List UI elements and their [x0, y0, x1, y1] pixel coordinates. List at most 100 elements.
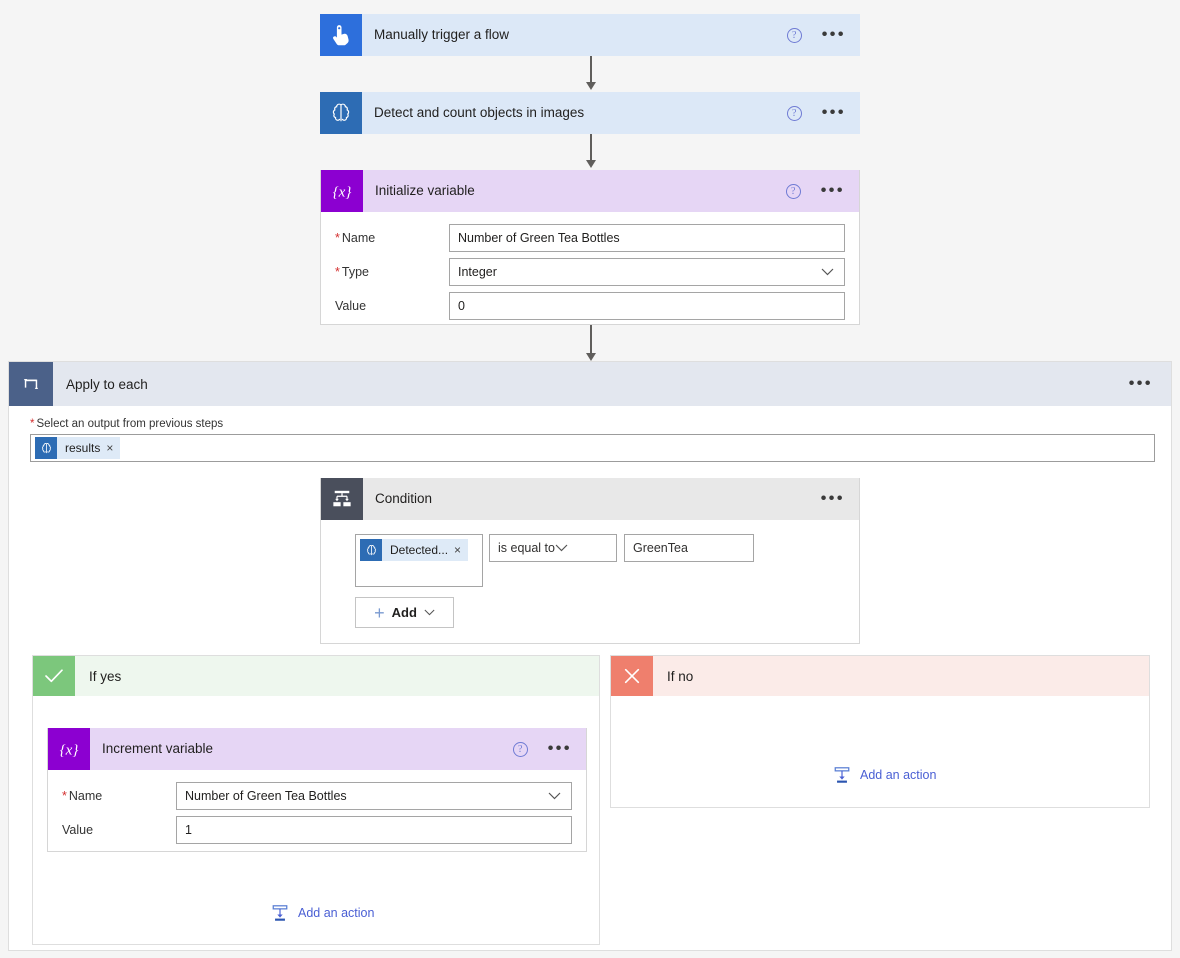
output-picker-label: * Select an output from previous steps	[30, 418, 224, 430]
card-body: * Name Number of Green Tea Bottles * Type …	[321, 212, 859, 323]
flow-designer-canvas: Manually trigger a flow ? ••• Detect and…	[0, 0, 1180, 958]
card-body: Detected... × is equal to GreenTea + Add	[321, 520, 859, 628]
card-detect-and-count-objects[interactable]: Detect and count objects in images ? •••	[320, 92, 860, 134]
field-label: * Name	[62, 789, 103, 803]
brain-icon	[360, 539, 382, 561]
condition-right-operand-input[interactable]: GreenTea	[624, 534, 754, 562]
field-label: * Name	[335, 231, 376, 245]
card-header-actions: ? •••	[786, 27, 860, 43]
branch-header: If no	[611, 656, 1149, 696]
select-value: is equal to	[498, 541, 555, 555]
select-value: Integer	[458, 265, 497, 279]
value-input[interactable]: 1	[176, 816, 572, 844]
token-chip-results[interactable]: results ×	[35, 437, 121, 459]
brain-icon	[320, 92, 362, 134]
close-x-icon	[611, 656, 653, 696]
form-row-type: * Type Integer	[321, 255, 859, 289]
connector-arrow	[586, 134, 596, 168]
connector-arrow	[586, 325, 596, 361]
field-label: * Type	[335, 265, 369, 279]
add-action-label: Add an action	[298, 906, 375, 920]
branch-header: If yes	[33, 656, 599, 696]
hand-tap-icon	[320, 14, 362, 56]
condition-operator-select[interactable]: is equal to	[489, 534, 617, 562]
chevron-down-icon[interactable]	[548, 792, 561, 800]
condition-left-operand[interactable]: Detected... ×	[355, 534, 483, 587]
card-title: Detect and count objects in images	[374, 105, 585, 121]
branch-title: If yes	[89, 668, 122, 684]
name-select[interactable]: Number of Green Tea Bottles	[176, 782, 572, 810]
card-condition[interactable]: Condition ••• Detected... × is equal to …	[320, 478, 860, 644]
input-value: 1	[185, 823, 192, 837]
name-input[interactable]: Number of Green Tea Bottles	[449, 224, 845, 252]
variable-braces-icon: {x}	[321, 170, 363, 212]
add-action-link-if-yes[interactable]: Add an action	[271, 904, 374, 922]
overflow-menu-icon[interactable]: •••	[822, 105, 846, 121]
chevron-down-icon[interactable]	[821, 268, 834, 276]
loop-icon	[9, 362, 53, 406]
select-value: Number of Green Tea Bottles	[185, 789, 347, 803]
card-header: Detect and count objects in images ? •••	[320, 92, 860, 134]
help-icon[interactable]: ?	[786, 27, 802, 43]
required-marker: *	[335, 265, 340, 279]
value-input[interactable]: 0	[449, 292, 845, 320]
close-icon[interactable]: ×	[106, 441, 120, 455]
add-condition-button[interactable]: + Add	[355, 597, 454, 628]
overflow-menu-icon[interactable]: •••	[821, 183, 845, 199]
svg-text:{x}: {x}	[60, 742, 79, 758]
required-marker: *	[62, 789, 67, 803]
close-icon[interactable]: ×	[454, 543, 468, 557]
card-title: Initialize variable	[375, 183, 475, 199]
add-action-icon	[833, 766, 851, 784]
chevron-down-icon[interactable]	[424, 609, 435, 616]
token-label: Detected...	[390, 543, 449, 557]
add-action-link-if-no[interactable]: Add an action	[833, 766, 936, 784]
form-row-value: Value 0	[321, 289, 859, 323]
card-header-actions: ? •••	[785, 183, 859, 199]
branch-if-no: If no Add an action	[610, 655, 1150, 808]
form-row-value: Value 1	[48, 813, 586, 847]
card-manually-trigger-a-flow[interactable]: Manually trigger a flow ? •••	[320, 14, 860, 56]
connector-arrow	[586, 56, 596, 90]
card-header: Condition •••	[321, 478, 859, 520]
card-header: {x} Increment variable ? •••	[48, 728, 586, 770]
type-select[interactable]: Integer	[449, 258, 845, 286]
token-label: results	[65, 441, 101, 455]
card-body: * Name Number of Green Tea Bottles Value …	[48, 770, 586, 847]
card-initialize-variable[interactable]: {x} Initialize variable ? ••• * Name Numb…	[320, 170, 860, 325]
check-icon	[33, 656, 75, 696]
overflow-menu-icon[interactable]: •••	[1129, 376, 1153, 392]
add-action-label: Add an action	[860, 768, 937, 782]
token-chip-detected[interactable]: Detected... ×	[360, 539, 469, 561]
variable-braces-icon: {x}	[48, 728, 90, 770]
card-title: Increment variable	[102, 741, 214, 757]
condition-branch-icon	[321, 478, 363, 520]
card-increment-variable[interactable]: {x} Increment variable ? ••• * Name Numbe…	[47, 728, 587, 852]
required-marker: *	[335, 231, 340, 245]
form-row-name: * Name Number of Green Tea Bottles	[321, 221, 859, 255]
help-icon[interactable]: ?	[512, 741, 528, 757]
overflow-menu-icon[interactable]: •••	[821, 491, 845, 507]
form-row-name: * Name Number of Green Tea Bottles	[48, 779, 586, 813]
output-picker-input[interactable]: results ×	[30, 434, 1155, 462]
card-header: Manually trigger a flow ? •••	[320, 14, 860, 56]
input-value: Number of Green Tea Bottles	[458, 231, 620, 245]
card-title: Manually trigger a flow	[374, 27, 510, 43]
card-header-actions: ? •••	[512, 741, 586, 757]
branch-title: If no	[667, 668, 694, 684]
scope-header: Apply to each •••	[9, 362, 1171, 406]
chevron-down-icon[interactable]	[555, 544, 568, 552]
card-title: Condition	[375, 491, 433, 507]
svg-text:{x}: {x}	[333, 184, 352, 200]
scope-title: Apply to each	[66, 376, 148, 392]
input-value: GreenTea	[633, 541, 688, 555]
card-header-actions: ? •••	[786, 105, 860, 121]
field-label: Value	[335, 299, 367, 313]
overflow-menu-icon[interactable]: •••	[548, 741, 572, 757]
help-icon[interactable]: ?	[786, 105, 802, 121]
brain-icon	[35, 437, 57, 459]
help-icon[interactable]: ?	[785, 183, 801, 199]
add-action-icon	[271, 904, 289, 922]
overflow-menu-icon[interactable]: •••	[822, 27, 846, 43]
field-label: Value	[62, 823, 94, 837]
